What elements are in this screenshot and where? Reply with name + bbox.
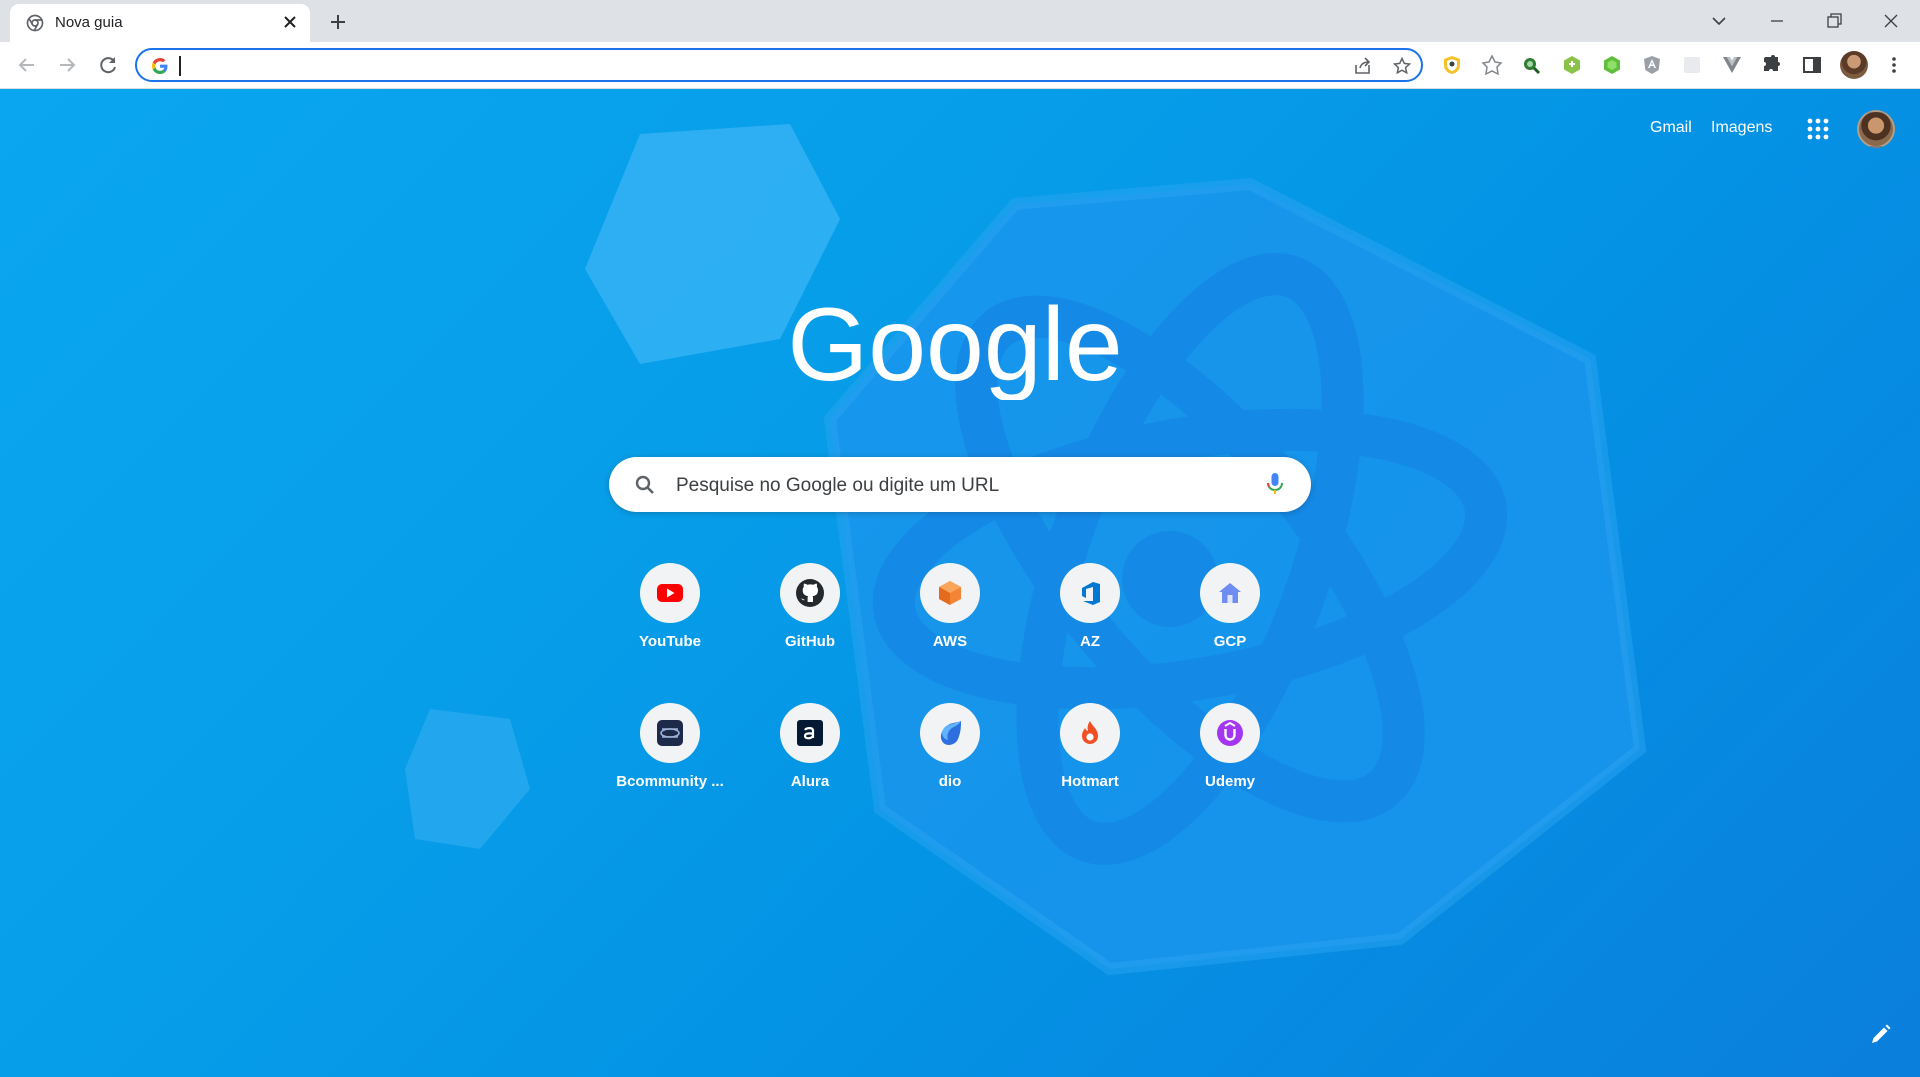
shortcut-bcommunity[interactable]: Bcommunity ... bbox=[614, 689, 726, 801]
github-icon bbox=[796, 579, 824, 607]
shortcut-youtube[interactable]: YouTube bbox=[614, 549, 726, 661]
alura-icon bbox=[797, 720, 823, 746]
dio-icon bbox=[940, 721, 961, 745]
youtube-icon bbox=[657, 584, 683, 602]
placeholder-extension-icon[interactable] bbox=[1680, 53, 1704, 77]
search-box[interactable] bbox=[609, 457, 1311, 512]
shortcut-az[interactable]: AZ bbox=[1034, 549, 1146, 661]
address-bar[interactable] bbox=[135, 48, 1423, 82]
shortcut-alura-icon-wrap bbox=[780, 703, 840, 763]
shortcut-udemy-icon-wrap bbox=[1200, 703, 1260, 763]
shortcut-gcp[interactable]: GCP bbox=[1174, 549, 1286, 661]
search-magnifier-extension-icon[interactable] bbox=[1520, 53, 1544, 77]
tab-new-tab[interactable]: Nova guia bbox=[10, 4, 310, 42]
back-icon[interactable] bbox=[15, 53, 39, 77]
shortcuts-grid: YouTube GitHub AWS AZ GCP Bcommunity ...… bbox=[614, 549, 1314, 829]
nodejs-extension-icon[interactable] bbox=[1600, 53, 1624, 77]
google-logo-text: Google bbox=[787, 290, 1122, 400]
shortcut-label: Alura bbox=[790, 773, 830, 790]
account-avatar[interactable] bbox=[1857, 110, 1895, 148]
shortcut-label: AZ bbox=[1080, 633, 1100, 650]
tab-search-chevron-icon[interactable] bbox=[1706, 8, 1732, 34]
reload-icon[interactable] bbox=[96, 53, 120, 77]
shortcut-az-icon-wrap bbox=[1060, 563, 1120, 623]
angular-extension-icon[interactable] bbox=[1640, 53, 1664, 77]
share-icon[interactable] bbox=[1353, 56, 1373, 76]
green-hexagon-extension-icon[interactable] bbox=[1560, 53, 1584, 77]
shortcut-label: AWS bbox=[932, 633, 968, 650]
new-tab-button[interactable] bbox=[326, 10, 350, 34]
aws-icon bbox=[939, 581, 961, 605]
shortcut-aws-icon-wrap bbox=[920, 563, 980, 623]
google-g-icon bbox=[152, 58, 168, 74]
shortcut-alura[interactable]: Alura bbox=[754, 689, 866, 801]
bcommunity-icon bbox=[657, 720, 683, 746]
google-logo: Google bbox=[787, 290, 1122, 400]
more-menu-icon[interactable] bbox=[1882, 53, 1906, 77]
shortcut-gcp-icon-wrap bbox=[1200, 563, 1260, 623]
extensions-puzzle-icon[interactable] bbox=[1760, 53, 1784, 77]
shortcut-label: Bcommunity ... bbox=[616, 773, 724, 790]
hotmart-icon bbox=[1082, 721, 1098, 744]
azure-devops-icon bbox=[1082, 582, 1100, 605]
search-icon bbox=[635, 475, 654, 494]
browser-toolbar bbox=[0, 42, 1920, 89]
profile-avatar[interactable] bbox=[1840, 51, 1868, 79]
shortcut-udemy[interactable]: Udemy bbox=[1174, 689, 1286, 801]
restore-icon[interactable] bbox=[1821, 8, 1847, 34]
shortcut-dio[interactable]: dio bbox=[894, 689, 1006, 801]
shortcut-aws[interactable]: AWS bbox=[894, 549, 1006, 661]
shortcut-github-icon-wrap bbox=[780, 563, 840, 623]
vue-extension-icon[interactable] bbox=[1720, 53, 1744, 77]
shortcut-label: YouTube bbox=[639, 633, 701, 650]
shortcut-hotmart-icon-wrap bbox=[1060, 703, 1120, 763]
address-input[interactable] bbox=[179, 54, 1263, 78]
udemy-icon bbox=[1217, 720, 1243, 746]
side-panel-icon[interactable] bbox=[1800, 53, 1824, 77]
shortcut-label: Udemy bbox=[1204, 773, 1256, 790]
minimize-icon[interactable] bbox=[1764, 8, 1790, 34]
google-apps-grid-icon[interactable] bbox=[1806, 117, 1830, 141]
shortcut-github[interactable]: GitHub bbox=[754, 549, 866, 661]
shortcut-hotmart[interactable]: Hotmart bbox=[1034, 689, 1146, 801]
customize-pencil-icon[interactable] bbox=[1864, 1019, 1896, 1051]
gmail-link[interactable]: Gmail bbox=[1650, 119, 1692, 137]
chrome-icon bbox=[26, 14, 44, 32]
tab-title: Nova guia bbox=[55, 14, 123, 31]
close-icon[interactable] bbox=[280, 12, 300, 32]
tab-strip: Nova guia bbox=[0, 0, 1920, 42]
shortcut-bcommunity-icon-wrap bbox=[640, 703, 700, 763]
shortcut-dio-icon-wrap bbox=[920, 703, 980, 763]
window-close-icon[interactable] bbox=[1878, 8, 1904, 34]
images-link[interactable]: Imagens bbox=[1711, 119, 1772, 137]
bookmark-star-icon[interactable] bbox=[1392, 56, 1412, 76]
shortcut-youtube-icon-wrap bbox=[640, 563, 700, 623]
shortcut-label: GitHub bbox=[785, 633, 835, 650]
home-icon bbox=[1219, 583, 1241, 603]
shortcut-label: GCP bbox=[1213, 633, 1247, 650]
shield-extension-icon[interactable] bbox=[1440, 53, 1464, 77]
shortcut-label: Hotmart bbox=[1061, 773, 1119, 790]
new-tab-page: Gmail Imagens Google Pesquise no Google … bbox=[0, 89, 1920, 1077]
text-cursor bbox=[179, 56, 181, 76]
forward-icon[interactable] bbox=[55, 53, 79, 77]
microphone-icon[interactable] bbox=[1263, 471, 1287, 497]
compass-extension-icon[interactable] bbox=[1480, 53, 1504, 77]
shortcut-label: dio bbox=[938, 773, 962, 790]
search-input[interactable] bbox=[674, 473, 1238, 499]
